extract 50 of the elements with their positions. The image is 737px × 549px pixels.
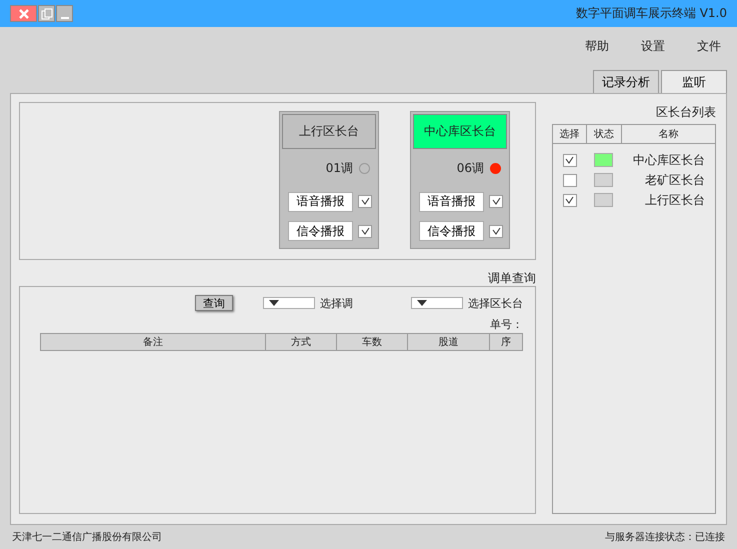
checkbox[interactable] bbox=[489, 224, 503, 238]
station-name[interactable]: 上行区长台 bbox=[621, 192, 715, 208]
station-name[interactable]: 老矿区长台 bbox=[621, 172, 715, 188]
tab[interactable]: 监听 bbox=[661, 70, 727, 93]
station-name[interactable]: 中心库区长台 bbox=[621, 152, 715, 168]
shift-dropdown[interactable] bbox=[263, 297, 315, 309]
voice-broadcast-button[interactable]: 语音播报 bbox=[288, 192, 353, 212]
minimize-icon bbox=[60, 16, 68, 18]
signal-broadcast-button[interactable]: 信令播报 bbox=[288, 221, 353, 242]
close-icon bbox=[18, 8, 30, 20]
checkbox[interactable] bbox=[358, 195, 372, 208]
checkbox[interactable] bbox=[562, 154, 576, 166]
field-label: 选择区长台 bbox=[468, 296, 523, 310]
voice-broadcast-button[interactable]: 语音播报 bbox=[419, 192, 484, 212]
checkbox[interactable] bbox=[358, 224, 372, 238]
signal-broadcast-button[interactable]: 信令播报 bbox=[419, 221, 484, 242]
minimize-button[interactable] bbox=[56, 5, 73, 22]
order-number-label: 单号： bbox=[490, 316, 523, 332]
column-header: 状态 bbox=[586, 125, 622, 143]
field-label: 选择调 bbox=[320, 296, 353, 310]
menu-item[interactable]: 帮助 bbox=[585, 38, 609, 54]
close-button[interactable] bbox=[10, 5, 37, 22]
query-button[interactable]: 查询 bbox=[195, 295, 233, 311]
tab[interactable]: 记录分析 bbox=[593, 70, 659, 93]
shift-label: 01调 bbox=[326, 160, 353, 177]
restore-icon bbox=[40, 8, 52, 20]
column-header: 股道 bbox=[408, 334, 490, 350]
caret-icon bbox=[417, 300, 427, 306]
station-dropdown[interactable] bbox=[411, 297, 463, 309]
connection-status: 与服务器连接状态：已连接 bbox=[605, 530, 725, 544]
menu-item[interactable]: 设置 bbox=[641, 38, 665, 54]
column-header: 车数 bbox=[337, 334, 408, 350]
company-name: 天津七一二通信广播股份有限公司 bbox=[12, 530, 162, 544]
checkbox[interactable] bbox=[562, 174, 576, 186]
restore-button[interactable] bbox=[38, 5, 55, 22]
list-title: 区长台列表 bbox=[655, 104, 716, 121]
column-header: 选择 bbox=[553, 125, 587, 143]
station-title[interactable]: 中心库区长台 bbox=[413, 114, 507, 150]
station-title[interactable]: 上行区长台 bbox=[282, 114, 376, 150]
column-header: 序 bbox=[500, 336, 512, 350]
menu-item[interactable]: 文件 bbox=[697, 38, 721, 54]
column-header: 方式 bbox=[266, 334, 337, 350]
checkbox[interactable] bbox=[489, 195, 503, 208]
shift-label: 06调 bbox=[456, 160, 484, 177]
column-header: 备注 bbox=[41, 334, 266, 350]
window-title: 数字平面调车展示终端 V1.0 bbox=[576, 5, 727, 22]
section-title: 调单查询 bbox=[487, 270, 536, 286]
caret-icon bbox=[269, 300, 279, 306]
column-header: 名称 bbox=[658, 128, 680, 142]
checkbox[interactable] bbox=[562, 194, 576, 206]
